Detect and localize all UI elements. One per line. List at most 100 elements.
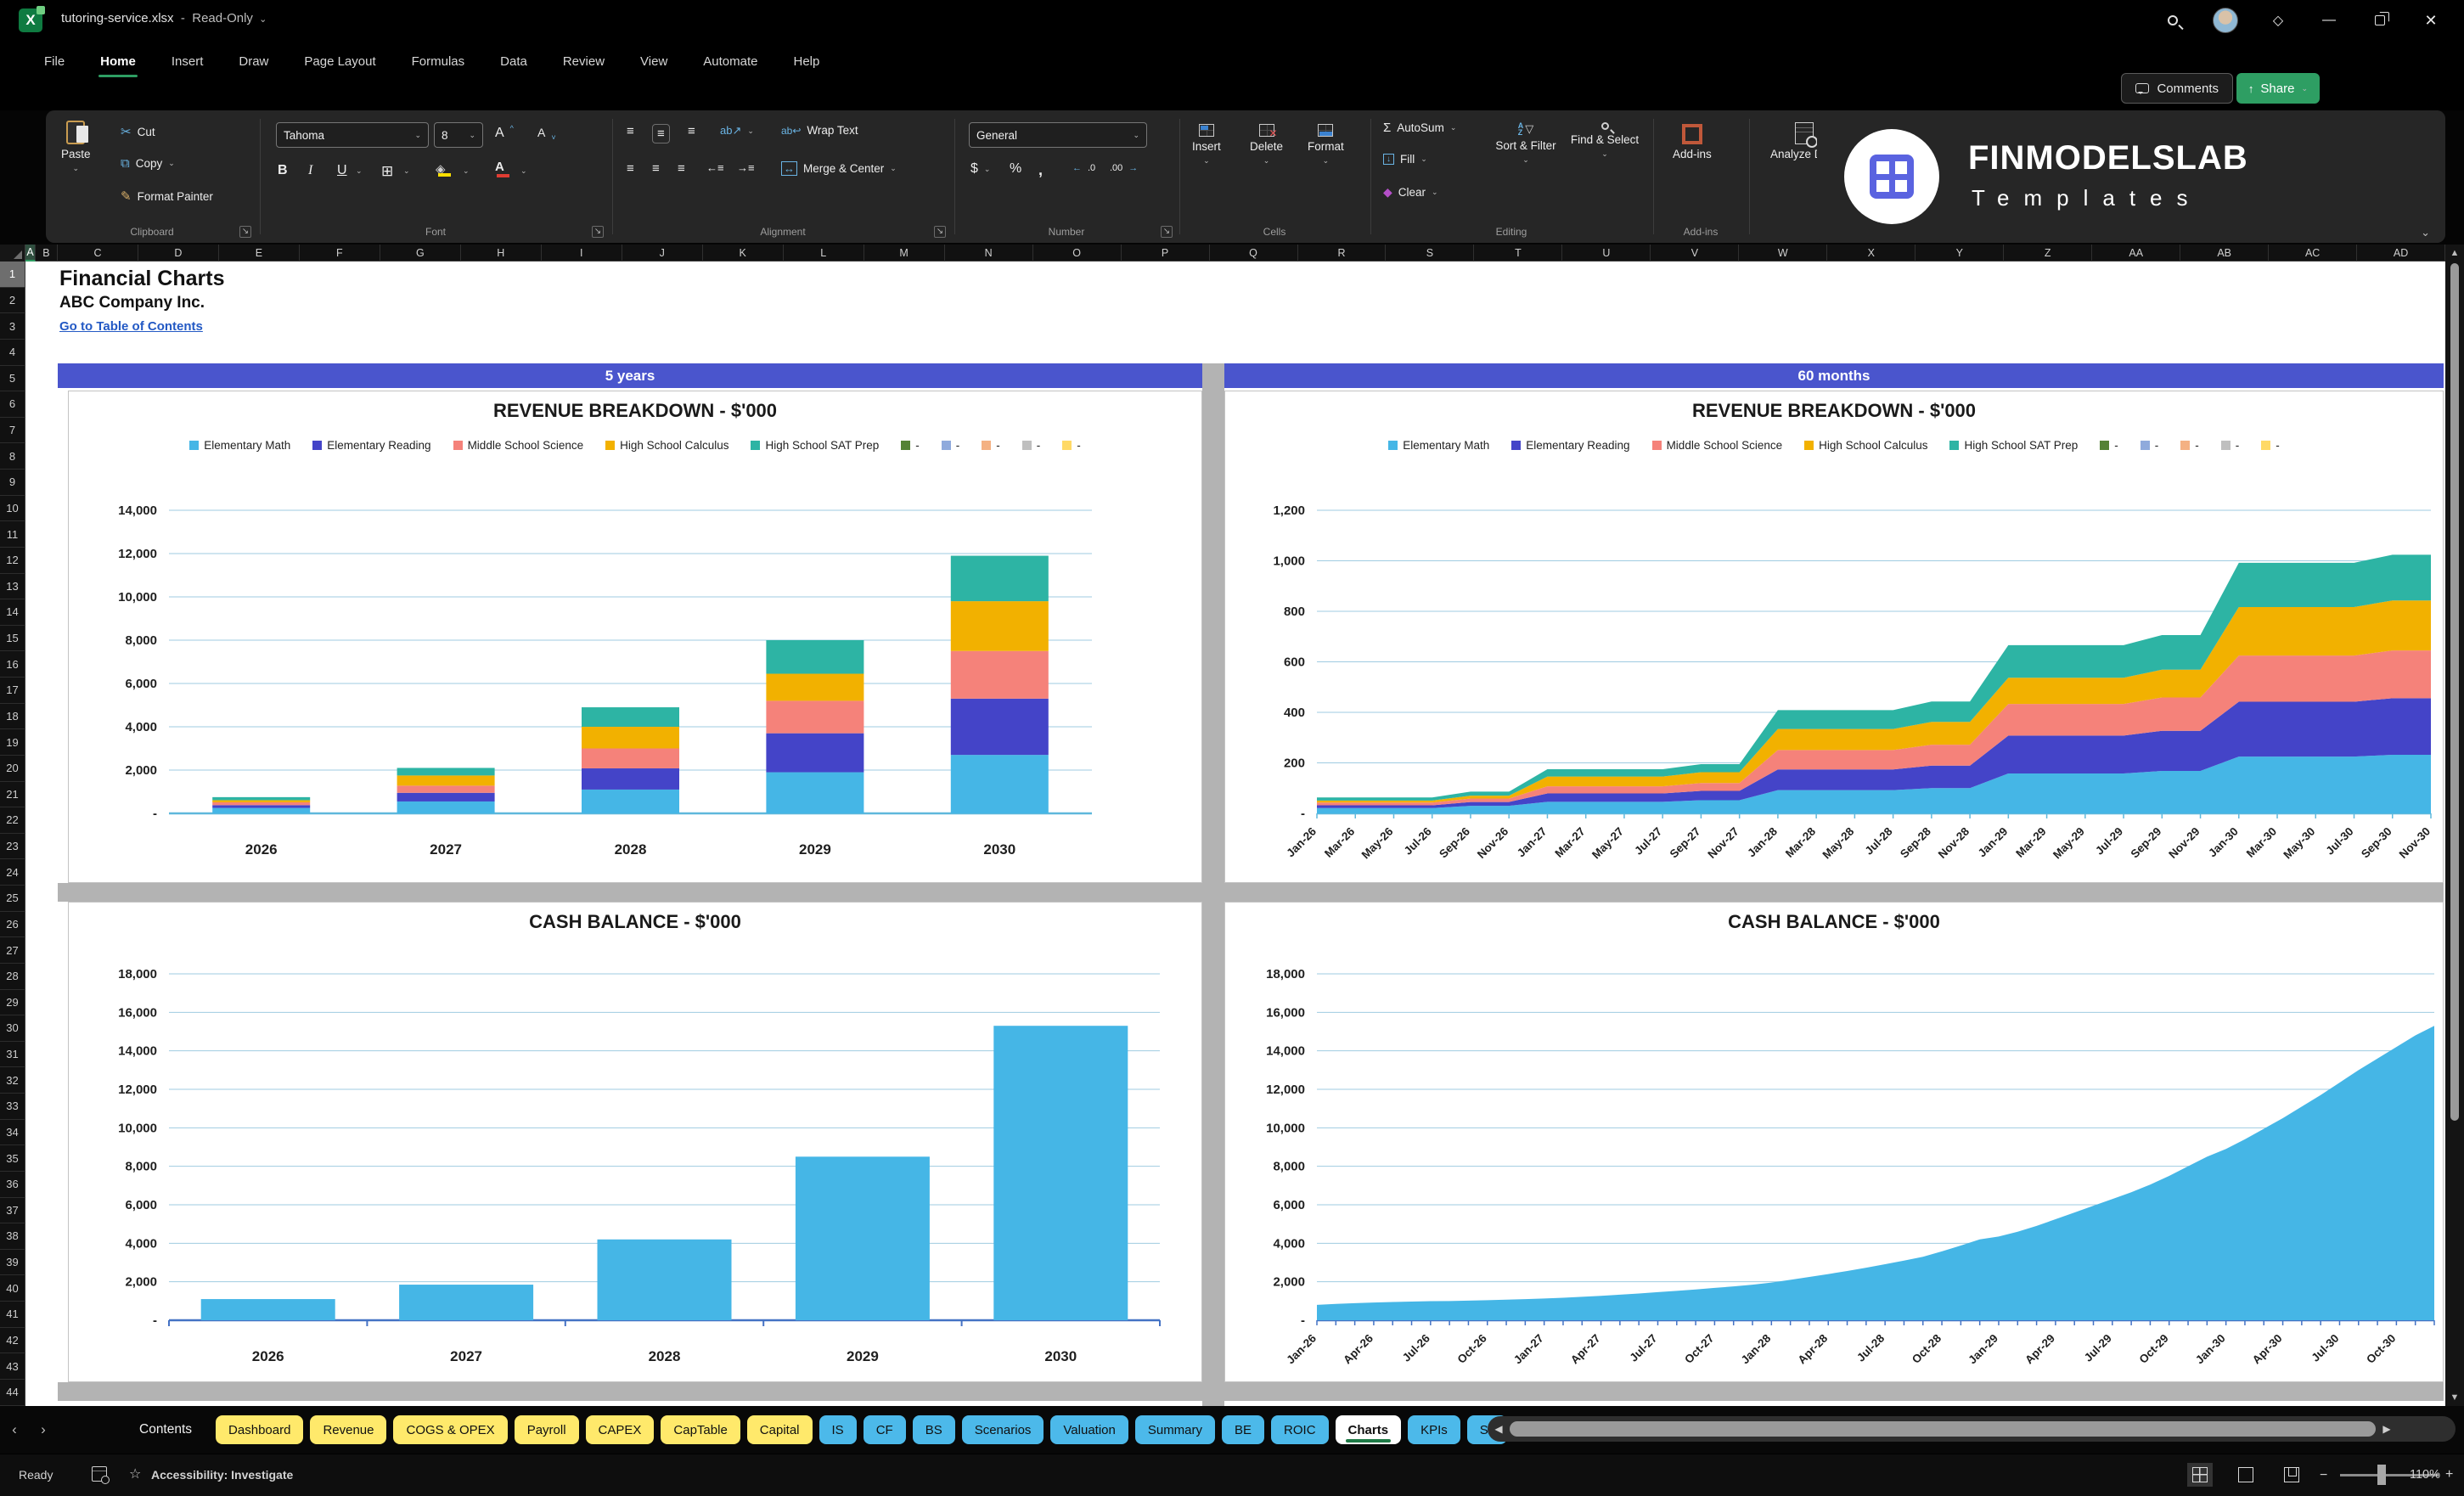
sheet-tab-kpis[interactable]: KPIs [1408,1415,1460,1444]
sheet-tab-be[interactable]: BE [1222,1415,1265,1444]
accessibility-status[interactable]: Accessibility: Investigate [151,1468,293,1482]
row-header-5[interactable]: 5 [0,365,25,392]
column-headers[interactable]: A B C D E F G H I J K L M N O P Q R S T U V W X Y Z AA AB AC AD [0,245,2446,262]
sheet-tab-capital[interactable]: Capital [746,1415,813,1444]
align-center-button[interactable]: ≡ [652,161,660,176]
row-header-19[interactable]: 19 [0,729,25,756]
sheet-tab-dashboard[interactable]: Dashboard [216,1415,304,1444]
menu-tab-automate[interactable]: Automate [691,48,769,76]
row-header-9[interactable]: 9 [0,470,25,496]
column-header-AC[interactable]: AC [2269,245,2358,262]
bold-button[interactable]: B [278,163,288,178]
copy-button[interactable]: ⧉ Copy ⌄ [121,156,175,171]
column-header-X[interactable]: X [1827,245,1916,262]
font-dialog-launcher[interactable]: ↘ [592,226,604,238]
column-header-T[interactable]: T [1474,245,1563,262]
row-header-41[interactable]: 41 [0,1302,25,1328]
chart-revenue-breakdown-5y[interactable]: REVENUE BREAKDOWN - $'000 Elementary Math… [68,391,1202,883]
sheet-nav-prev[interactable]: ‹ [0,1421,29,1438]
column-header-W[interactable]: W [1739,245,1828,262]
horizontal-scrollbar[interactable]: ◀ ▶ [1488,1416,2456,1442]
vertical-scrollbar[interactable]: ▲ ▼ [2445,245,2464,1406]
paste-button[interactable]: Paste ⌄ [61,121,91,173]
page-layout-view-button[interactable] [2233,1463,2259,1487]
column-header-N[interactable]: N [945,245,1033,262]
number-format-combo[interactable]: General ⌄ [969,122,1147,148]
orientation-button[interactable]: ab↗ ⌄ [720,124,754,138]
zoom-slider-thumb[interactable] [2377,1465,2386,1485]
row-header-25[interactable]: 25 [0,886,25,912]
column-header-L[interactable]: L [784,245,864,262]
row-header-16[interactable]: 16 [0,651,25,678]
row-header-12[interactable]: 12 [0,547,25,574]
vertical-scrollbar-thumb[interactable] [2450,263,2459,1121]
premium-diamond-icon[interactable]: ◇ [2267,9,2289,31]
sheet-tab-cf[interactable]: CF [863,1415,906,1444]
normal-view-button[interactable] [2187,1463,2213,1487]
row-header-36[interactable]: 36 [0,1171,25,1198]
font-name-combo[interactable]: Tahoma ⌄ [276,122,429,148]
find-select-button[interactable]: Find & Select ⌄ [1568,122,1641,159]
row-header-3[interactable]: 3 [0,313,25,340]
row-header-11[interactable]: 11 [0,521,25,548]
column-header-A[interactable]: A [25,245,36,262]
row-header-23[interactable]: 23 [0,833,25,860]
row-header-28[interactable]: 28 [0,963,25,990]
row-header-27[interactable]: 27 [0,937,25,964]
hscroll-right-icon[interactable]: ▶ [2376,1423,2398,1435]
sheet-tab-roic[interactable]: ROIC [1271,1415,1329,1444]
sheet-tab-valuation[interactable]: Valuation [1050,1415,1128,1444]
sheet-tab-charts[interactable]: Charts [1335,1415,1402,1444]
alignment-dialog-launcher[interactable]: ↘ [934,226,946,238]
close-button[interactable]: ✕ [2420,9,2442,31]
align-middle-button[interactable]: ≡ [652,124,670,143]
sheet-tab-is[interactable]: IS [819,1415,857,1444]
borders-button[interactable]: ⊞ [381,163,393,180]
sheet-nav-next[interactable]: › [29,1421,58,1438]
decrease-decimal-button[interactable]: .00 → [1110,163,1138,173]
column-header-O[interactable]: O [1033,245,1122,262]
align-right-button[interactable]: ≡ [678,161,685,176]
menu-tab-file[interactable]: File [32,48,76,76]
menu-tab-home[interactable]: Home [88,48,148,77]
sheet-tab-cogs-opex[interactable]: COGS & OPEX [393,1415,508,1444]
align-left-button[interactable]: ≡ [627,161,634,176]
italic-button[interactable]: I [308,163,312,178]
row-header-4[interactable]: 4 [0,339,25,366]
row-headers[interactable]: 1 2 3 4 5 6 7 8 9 10 11 12 13 14 15 16 17 18 19 20 21 22 23 24 2… [0,262,25,1406]
insert-cells-button[interactable]: Insert ⌄ [1192,124,1221,166]
format-cells-button[interactable]: Format ⌄ [1308,124,1344,166]
row-header-17[interactable]: 17 [0,678,25,704]
row-header-20[interactable]: 20 [0,755,25,782]
column-header-M[interactable]: M [864,245,945,262]
row-header-7[interactable]: 7 [0,417,25,444]
page-break-view-button[interactable] [2279,1463,2304,1487]
macro-record-icon[interactable] [92,1466,110,1484]
borders-menu[interactable]: ⌄ [403,166,410,176]
column-header-AD[interactable]: AD [2357,245,2446,262]
row-header-13[interactable]: 13 [0,573,25,600]
font-size-combo[interactable]: 8 ⌄ [434,122,483,148]
grow-font-button[interactable]: A ^ [495,124,514,141]
row-header-26[interactable]: 26 [0,911,25,938]
row-header-43[interactable]: 43 [0,1353,25,1380]
clear-button[interactable]: ◆ Clear ⌄ [1383,185,1438,200]
scroll-down-icon[interactable]: ▼ [2445,1392,2464,1403]
share-button[interactable]: ↑ Share ⌄ [2236,73,2320,104]
accounting-format-button[interactable]: $ ⌄ [970,161,990,177]
sort-filter-button[interactable]: A Z ▽ Sort & Filter ⌄ [1492,122,1560,165]
column-header-B[interactable]: B [36,245,58,262]
comma-style-button[interactable]: , [1038,161,1043,179]
column-header-Z[interactable]: Z [2004,245,2093,262]
format-painter-button[interactable]: ✎ Format Painter [121,188,213,204]
row-header-42[interactable]: 42 [0,1327,25,1354]
add-ins-button[interactable]: Add-ins [1673,124,1712,160]
column-header-E[interactable]: E [219,245,300,262]
restore-button[interactable] [2369,9,2391,31]
hscroll-left-icon[interactable]: ◀ [1488,1423,1510,1435]
sheet-tab-bs[interactable]: BS [912,1415,955,1444]
table-of-contents-link[interactable]: Go to Table of Contents [59,319,203,334]
row-header-18[interactable]: 18 [0,703,25,730]
merge-center-button[interactable]: ↔ Merge & Center ⌄ [781,161,897,176]
menu-tab-insert[interactable]: Insert [160,48,216,76]
